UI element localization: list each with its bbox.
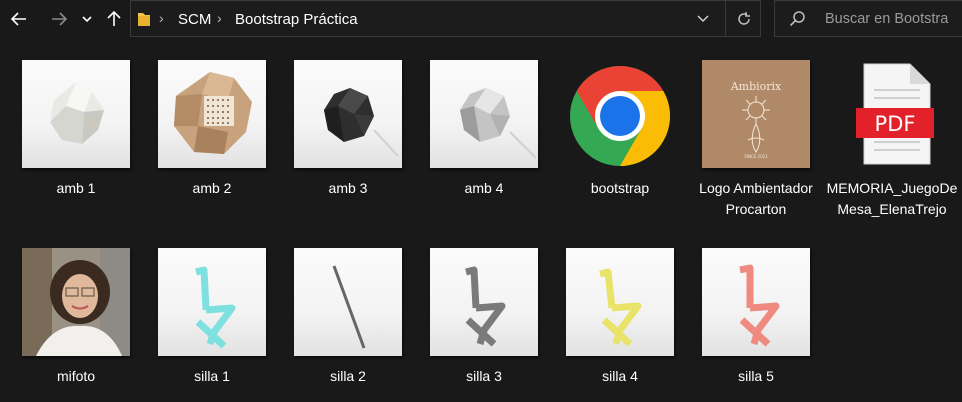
- thumbnail: [22, 248, 130, 356]
- file-name: Logo Ambientador Procarton: [699, 180, 813, 217]
- thumbnail: [702, 248, 810, 356]
- chair-shape: [465, 266, 506, 347]
- thumbnail: [566, 248, 674, 356]
- file-name: amb 1: [56, 180, 96, 196]
- chair-shape: [195, 266, 236, 349]
- chair-shape: [739, 264, 780, 347]
- thumbnail: [294, 248, 402, 356]
- logo-subtitle: SINCE 2021: [744, 154, 768, 159]
- thumbnail: [158, 248, 266, 356]
- file-name: bootstrap: [590, 180, 650, 196]
- chair-shape: [599, 268, 642, 347]
- file-name: amb 4: [464, 180, 504, 196]
- file-name: silla 5: [738, 368, 774, 384]
- file-name: mifoto: [56, 368, 96, 384]
- file-name: amb 2: [192, 180, 232, 196]
- pdf-file-icon: PDF: [838, 60, 946, 168]
- file-name: amb 3: [328, 180, 368, 196]
- thumbnail: [22, 60, 130, 168]
- thumbnail: [294, 60, 402, 168]
- thumbnail: Ambiorix SINCE 2021: [702, 60, 810, 168]
- pdf-badge-label: PDF: [875, 112, 916, 136]
- chair-shape: [332, 265, 366, 349]
- chrome-icon: [566, 60, 674, 168]
- thumbnail: [430, 60, 538, 168]
- file-name: silla 4: [602, 368, 638, 384]
- file-grid: amb 1 amb 2 amb 3 amb 4 bootstrap Ambior…: [0, 0, 962, 402]
- file-name: silla 2: [330, 368, 366, 384]
- file-name: MEMORIA_JuegoDeMesa_ElenaTrejo: [826, 180, 958, 217]
- thumbnail: [158, 60, 266, 168]
- thumbnail: [430, 248, 538, 356]
- file-name: silla 1: [194, 368, 230, 384]
- file-name: silla 3: [466, 368, 502, 384]
- logo-title: Ambiorix: [730, 80, 782, 93]
